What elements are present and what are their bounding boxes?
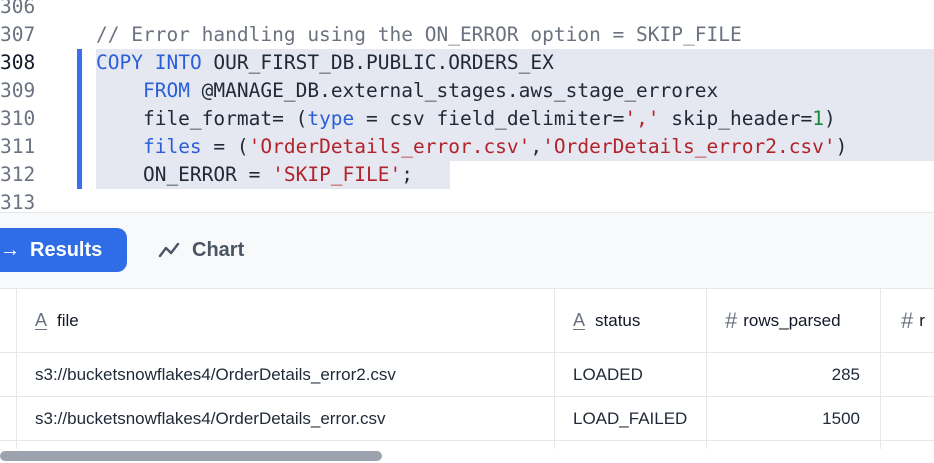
column-header-file[interactable]: A file xyxy=(16,289,554,352)
selection-gutter-marker xyxy=(77,133,82,161)
text-type-icon: A xyxy=(573,310,586,330)
result-tabs: → Results Chart xyxy=(0,213,934,287)
column-header-rows-parsed[interactable]: # rows_parsed xyxy=(706,289,880,352)
tab-results[interactable]: → Results xyxy=(0,228,127,272)
code-line-307: 307 // Error handling using the ON_ERROR… xyxy=(0,21,934,49)
cell-truncated[interactable] xyxy=(880,353,934,396)
horizontal-scrollbar-thumb[interactable] xyxy=(0,451,382,461)
code-line-310: 310 file_format= (type = csv field_delim… xyxy=(0,105,934,133)
code-line-313: 313 xyxy=(0,189,934,212)
row-index xyxy=(0,397,16,440)
tab-chart[interactable]: Chart xyxy=(158,228,244,272)
cell-status[interactable]: LOAD_FAILED xyxy=(554,397,706,440)
column-header-truncated[interactable]: # r xyxy=(880,289,934,352)
code-line-309: 309 FROM @MANAGE_DB.external_stages.aws_… xyxy=(0,77,934,105)
column-header-label: file xyxy=(57,310,79,330)
line-number: 309 xyxy=(0,79,36,102)
selection-gutter-marker xyxy=(77,161,82,189)
line-number: 311 xyxy=(0,135,36,158)
cell-status[interactable]: LOADED xyxy=(554,353,706,396)
number-type-icon: # xyxy=(901,307,914,333)
line-number: 310 xyxy=(0,107,36,130)
sql-editor[interactable]: 306 307 // Error handling using the ON_E… xyxy=(0,0,934,212)
number-type-icon: # xyxy=(725,307,738,333)
text-type-icon: A xyxy=(35,310,48,330)
table-header: A file A status # rows_parsed # r xyxy=(0,289,934,353)
line-number: 307 xyxy=(0,23,36,46)
line-chart-icon xyxy=(158,242,180,258)
arrow-right-icon: → xyxy=(0,238,20,261)
code-line-306: 306 xyxy=(0,0,934,21)
cell-file[interactable]: s3://bucketsnowflakes4/OrderDetails_erro… xyxy=(16,353,554,396)
line-number: 308 xyxy=(0,51,36,74)
line-number: 312 xyxy=(0,163,36,186)
column-header-label: r xyxy=(919,310,925,330)
code-line-311: 311 files = ('OrderDetails_error.csv','O… xyxy=(0,133,934,161)
line-number: 306 xyxy=(0,0,36,18)
table-row[interactable]: s3://bucketsnowflakes4/OrderDetails_erro… xyxy=(0,397,934,441)
code-text: ON_ERROR = 'SKIP_FILE'; xyxy=(96,163,413,186)
row-index-header xyxy=(0,289,16,352)
selection-gutter-marker xyxy=(77,77,82,105)
results-table: A file A status # rows_parsed # r s3://b… xyxy=(0,288,934,454)
code-text: file_format= (type = csv field_delimiter… xyxy=(96,107,836,130)
column-header-label: status xyxy=(595,310,641,330)
code-text: files = ('OrderDetails_error.csv','Order… xyxy=(142,135,848,158)
code-line-312: 312 ON_ERROR = 'SKIP_FILE'; xyxy=(0,161,934,189)
column-header-label: rows_parsed xyxy=(743,310,841,330)
column-header-status[interactable]: A status xyxy=(554,289,706,352)
line-number: 313 xyxy=(0,191,36,212)
tab-results-label: Results xyxy=(30,238,103,261)
table-row[interactable]: s3://bucketsnowflakes4/OrderDetails_erro… xyxy=(0,353,934,397)
cell-rows-parsed[interactable]: 285 xyxy=(706,353,880,396)
selection-gutter-marker xyxy=(77,105,82,133)
code-line-308: 308 COPY INTO OUR_FIRST_DB.PUBLIC.ORDERS… xyxy=(0,49,934,77)
code-text: COPY INTO OUR_FIRST_DB.PUBLIC.ORDERS_EX xyxy=(96,51,554,74)
code-text: FROM @MANAGE_DB.external_stages.aws_stag… xyxy=(142,79,719,102)
selection-gutter-marker xyxy=(77,49,82,77)
code-comment: // Error handling using the ON_ERROR opt… xyxy=(96,23,742,46)
cell-rows-parsed[interactable]: 1500 xyxy=(706,397,880,440)
cell-file[interactable]: s3://bucketsnowflakes4/OrderDetails_erro… xyxy=(16,397,554,440)
tab-chart-label: Chart xyxy=(192,238,245,261)
cell-truncated[interactable] xyxy=(880,397,934,440)
results-panel: → Results Chart A file A status # rows_p… xyxy=(0,212,934,463)
row-index xyxy=(0,353,16,396)
